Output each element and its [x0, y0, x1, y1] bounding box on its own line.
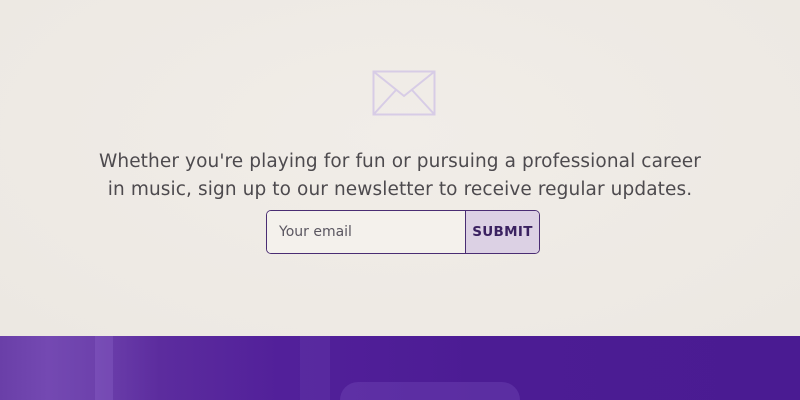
newsletter-form: SUBMIT	[266, 210, 540, 254]
banner-light-streak	[95, 336, 113, 400]
newsletter-message-line-1: Whether you're playing for fun or pursui…	[98, 150, 701, 172]
banner-light-streak	[300, 336, 330, 400]
envelope-icon	[372, 70, 436, 116]
banner-light-streak	[340, 382, 520, 400]
email-field[interactable]	[267, 211, 466, 253]
newsletter-message-line-2: in music, sign up to our newsletter to r…	[107, 178, 693, 200]
footer-purple-banner	[0, 336, 800, 400]
submit-button[interactable]: SUBMIT	[466, 211, 539, 253]
newsletter-message: Whether you're playing for fun or pursui…	[0, 148, 800, 204]
newsletter-section: Whether you're playing for fun or pursui…	[0, 0, 800, 336]
